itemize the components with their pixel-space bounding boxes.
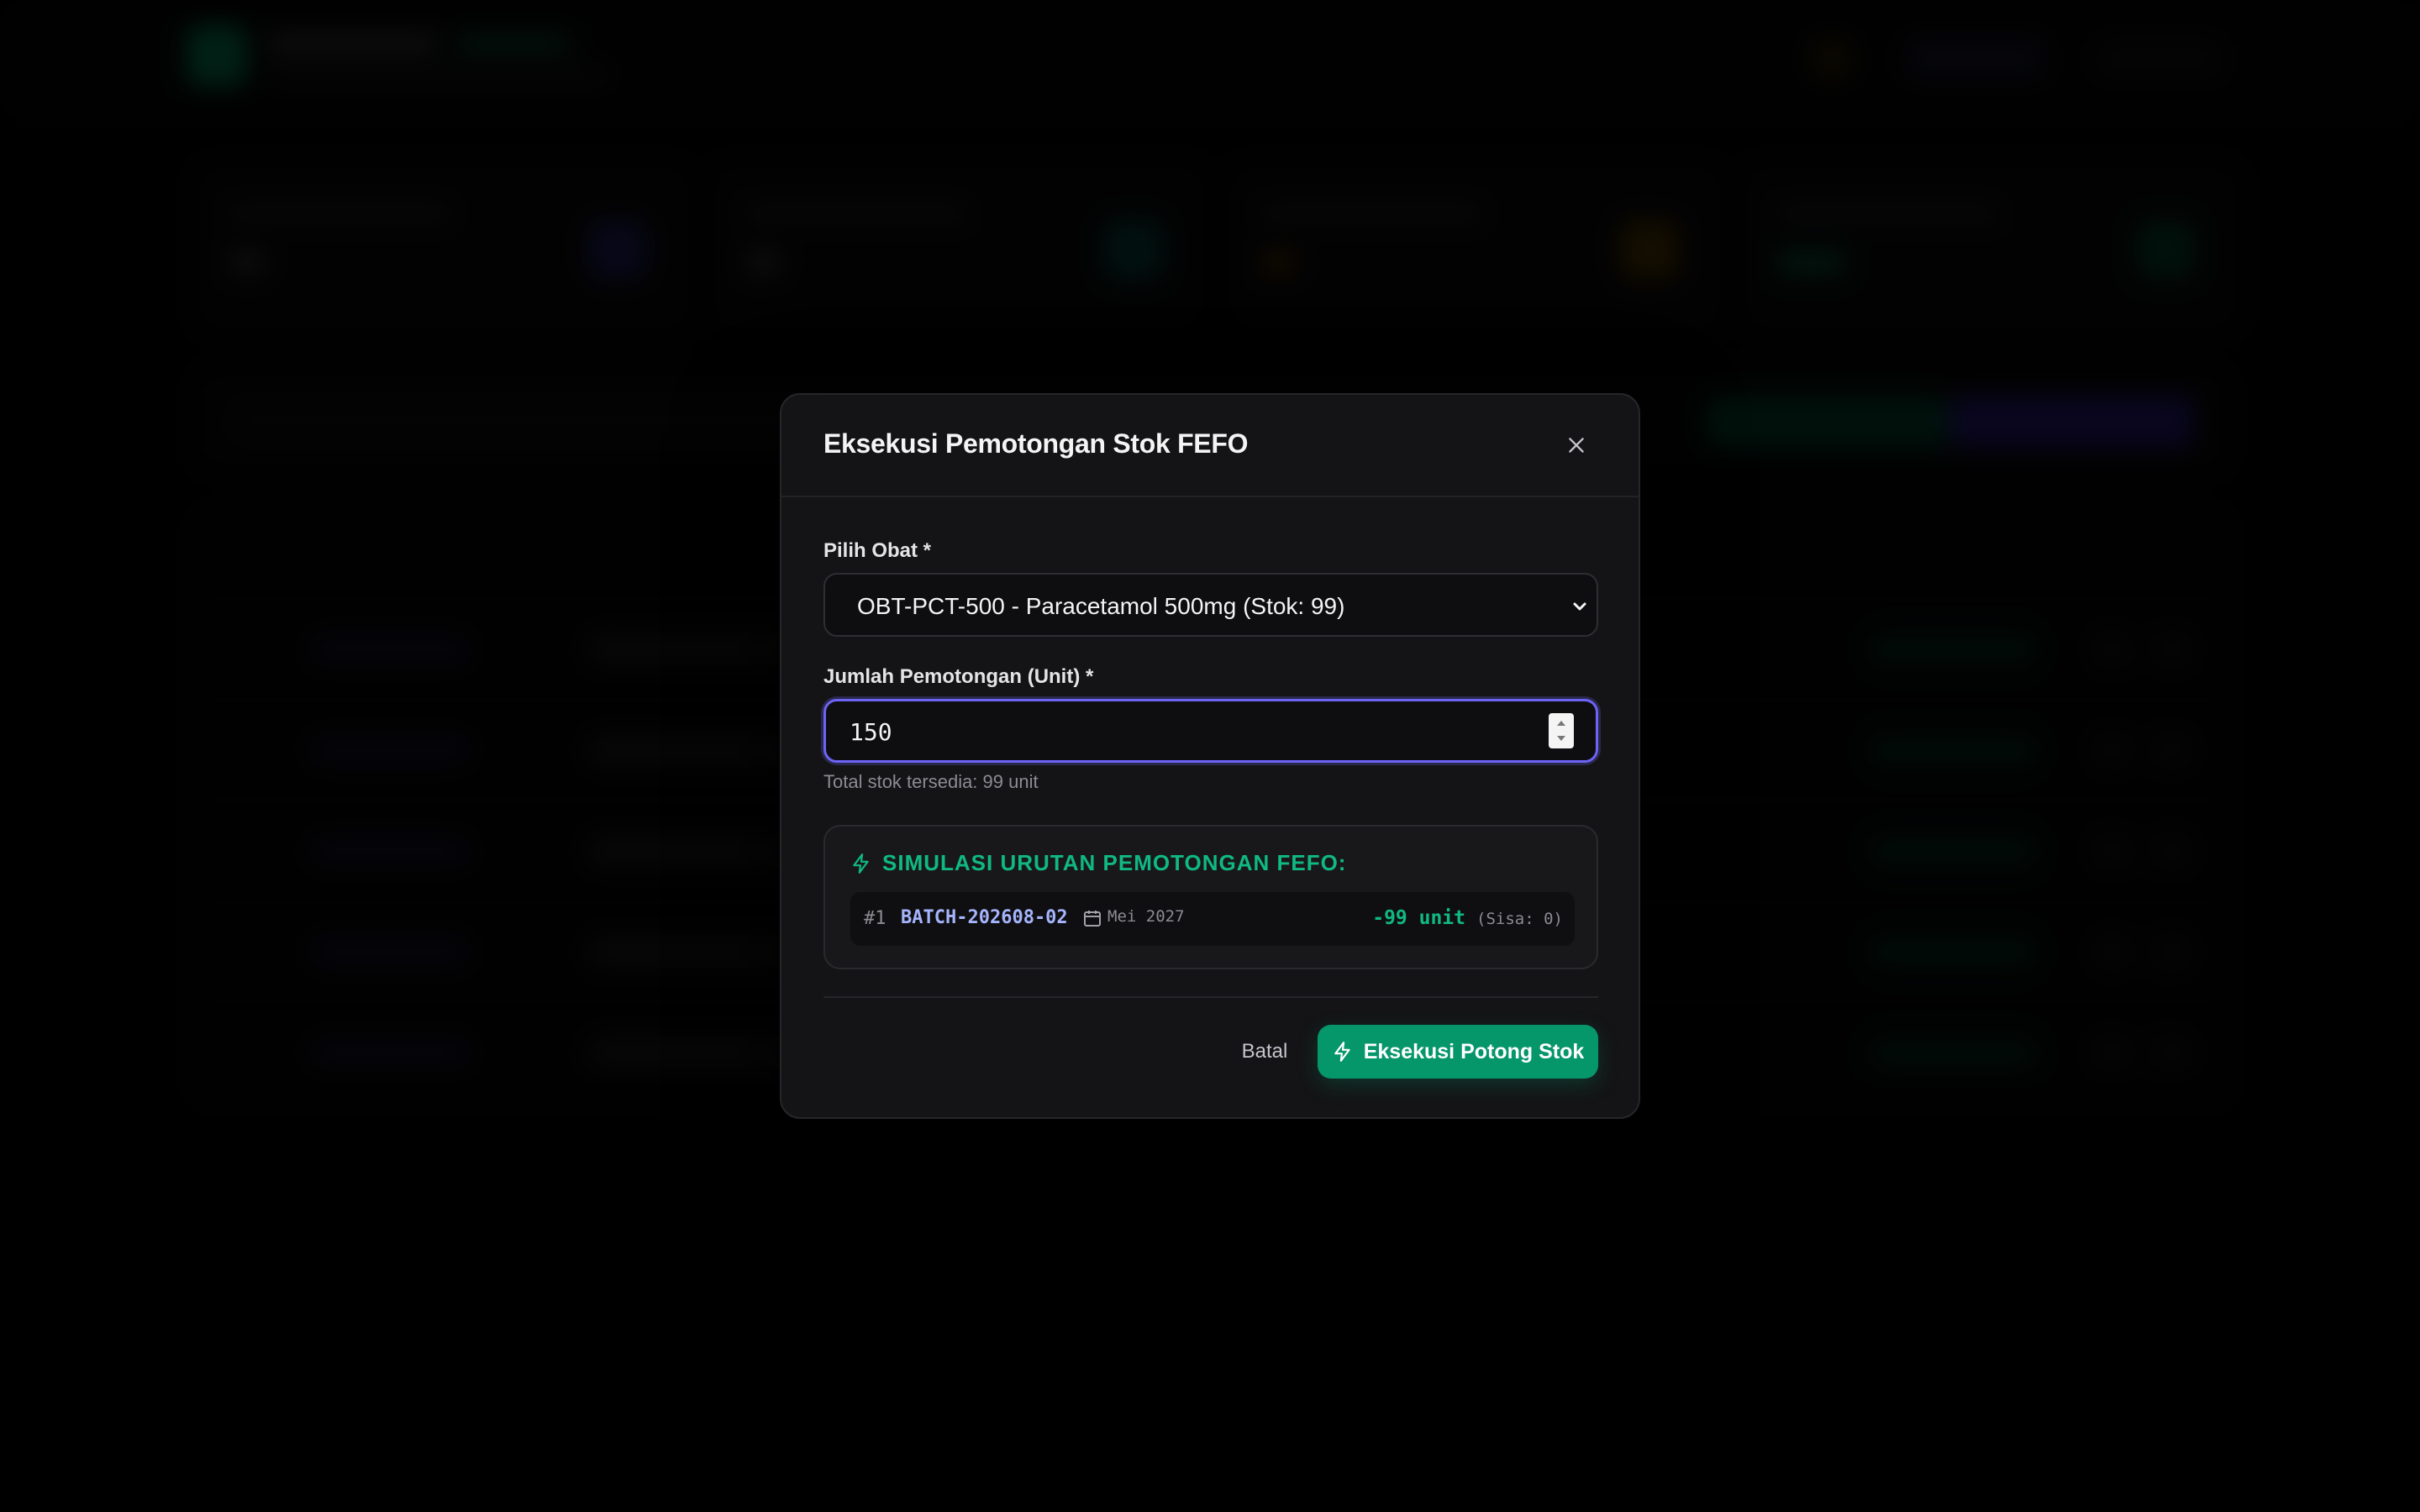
quantity-stepper[interactable] [1549, 713, 1574, 748]
footer-divider [823, 996, 1598, 998]
cancel-button[interactable]: Batal [1218, 1026, 1311, 1077]
simulation-row: #1 BATCH-202608-02 Mei 2027 -99 unit (Si… [850, 892, 1575, 946]
expiry-date: Mei 2027 [1107, 907, 1185, 926]
cut-quantity: -99 unit [1372, 907, 1465, 929]
stock-helper-text: Total stok tersedia: 99 unit [823, 771, 1039, 792]
quantity-input[interactable]: 150 [823, 699, 1598, 763]
medicine-select[interactable]: OBT-PCT-500 - Paracetamol 500mg (Stok: 9… [823, 573, 1598, 637]
remaining-quantity: (Sisa: 0) [1476, 910, 1563, 928]
quantity-value: 150 [850, 718, 892, 746]
execute-cut-label: Eksekusi Potong Stok [1363, 1039, 1585, 1063]
quantity-label: Jumlah Pemotongan (Unit) * [823, 665, 1094, 688]
execute-cut-button[interactable]: Eksekusi Potong Stok [1318, 1025, 1598, 1079]
fefo-stock-cut-modal: Eksekusi Pemotongan Stok FEFO Pilih Obat… [780, 393, 1640, 1119]
medicine-label: Pilih Obat * [823, 539, 932, 562]
bolt-icon [853, 853, 869, 874]
batch-code: BATCH-202608-02 [901, 907, 1068, 928]
stepper-arrows-icon [1557, 721, 1565, 741]
modal-header: Eksekusi Pemotongan Stok FEFO [781, 395, 1639, 497]
close-icon [1569, 438, 1584, 453]
fefo-simulation-panel: SIMULASI URUTAN PEMOTONGAN FEFO: #1 BATC… [823, 825, 1598, 969]
close-button[interactable] [1563, 432, 1590, 459]
simulation-header: SIMULASI URUTAN PEMOTONGAN FEFO: [850, 850, 1346, 876]
modal-title: Eksekusi Pemotongan Stok FEFO [823, 428, 1249, 459]
medicine-selected-value: OBT-PCT-500 - Paracetamol 500mg (Stok: 9… [857, 593, 1345, 619]
calendar-icon [1084, 911, 1101, 927]
chevron-down-icon [1573, 602, 1586, 611]
row-index: #1 [864, 908, 886, 929]
simulation-title: SIMULASI URUTAN PEMOTONGAN FEFO: [882, 850, 1347, 875]
bolt-icon [1334, 1042, 1350, 1062]
